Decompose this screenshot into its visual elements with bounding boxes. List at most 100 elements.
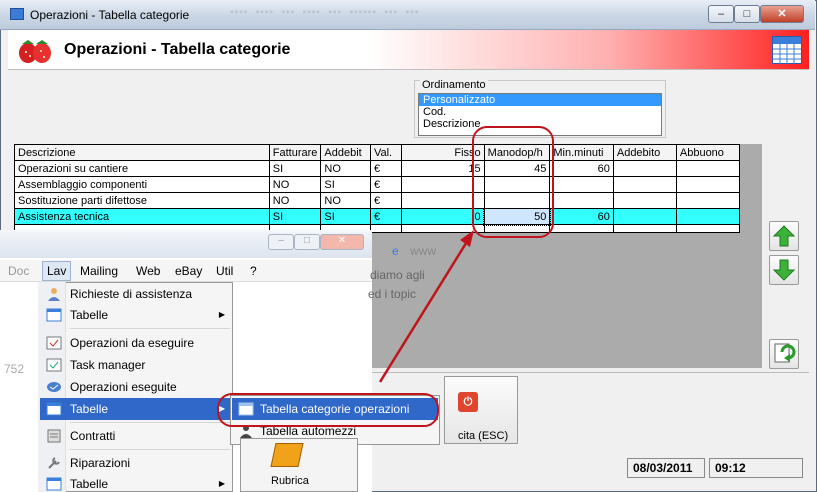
- menu-separator: [70, 328, 230, 329]
- col-header[interactable]: Min.minuti: [549, 144, 614, 161]
- menu-item-label: Tabelle: [70, 308, 109, 322]
- cell-addebito[interactable]: [612, 208, 677, 225]
- menu-item-richieste-assistenza[interactable]: Richieste di assistenza: [40, 283, 231, 305]
- cell-min-minuti[interactable]: 60: [549, 208, 614, 225]
- refresh-button[interactable]: [769, 339, 799, 369]
- col-header[interactable]: Manodop/h: [483, 144, 551, 161]
- cell-abbuono[interactable]: [675, 160, 741, 177]
- power-icon: ⏻: [458, 392, 478, 412]
- cell-manodop[interactable]: 45: [483, 160, 551, 177]
- cell-addebit[interactable]: SI: [320, 176, 371, 193]
- cell-fisso[interactable]: [401, 176, 485, 193]
- menu-item-task-manager[interactable]: Task manager: [40, 354, 231, 376]
- col-header[interactable]: Addebit: [320, 144, 371, 161]
- cell-addebito[interactable]: [612, 176, 677, 193]
- cell-val[interactable]: €: [369, 160, 403, 177]
- behind-text: diamo agli: [370, 268, 425, 282]
- cell-descrizione[interactable]: Operazioni su cantiere: [14, 160, 270, 177]
- table-icon: [238, 402, 254, 416]
- menu-item-tabelle[interactable]: Tabelle ▶: [40, 304, 231, 326]
- sorting-legend: Ordinamento: [420, 79, 488, 91]
- menu-ebay[interactable]: eBay: [175, 264, 202, 278]
- table-row[interactable]: Sostituzione parti difettose NO NO €: [14, 192, 741, 209]
- submenu-arrow-icon: ▶: [218, 310, 225, 319]
- minimize-button[interactable]: –: [708, 5, 734, 23]
- cell-manodop[interactable]: [483, 192, 551, 209]
- menu-item-contratti[interactable]: Contratti: [40, 425, 231, 447]
- cell-abbuono[interactable]: [675, 176, 741, 193]
- cell-val[interactable]: €: [369, 176, 403, 193]
- menu-lav[interactable]: Lav: [42, 261, 72, 281]
- menu-item-label: Tabelle: [70, 477, 109, 491]
- rubrica-button[interactable]: Rubrica: [240, 438, 358, 492]
- menu-item-label: Operazioni da eseguire: [70, 336, 195, 350]
- categories-grid[interactable]: Descrizione Fatturare Addebit Val. Fisso…: [14, 144, 741, 233]
- window-title: Operazioni - Tabella categorie: [30, 8, 190, 22]
- cell-manodop[interactable]: [483, 176, 551, 193]
- sorting-listbox[interactable]: Personalizzato Cod. Descrizione: [418, 93, 662, 136]
- submenu-arrow-icon: ▶: [218, 479, 225, 488]
- menu-web[interactable]: Web: [136, 264, 160, 278]
- cell-descrizione[interactable]: Assistenza tecnica: [14, 208, 270, 225]
- move-up-button[interactable]: [769, 221, 799, 251]
- cell-addebito[interactable]: [612, 160, 677, 177]
- app-icon: [10, 8, 24, 20]
- cell-descrizione[interactable]: Sostituzione parti difettose: [14, 192, 270, 209]
- close-button[interactable]: ✕: [760, 5, 804, 23]
- overlay-maximize-button[interactable]: □: [294, 234, 320, 250]
- cell-min-minuti[interactable]: [549, 192, 614, 209]
- col-header[interactable]: Fisso: [401, 144, 485, 161]
- cell-fisso[interactable]: [401, 192, 485, 209]
- menu-item-tabelle-2[interactable]: Tabelle ▶: [40, 473, 231, 492]
- task-icon: [46, 358, 62, 372]
- table-row[interactable]: Operazioni su cantiere SI NO € 15 45 60: [14, 160, 741, 177]
- cell-fatturare[interactable]: SI: [268, 160, 322, 177]
- table-row[interactable]: Assemblaggio componenti NO SI €: [14, 176, 741, 193]
- cell-abbuono[interactable]: [675, 192, 741, 209]
- overlay-close-button[interactable]: ✕: [320, 234, 364, 250]
- table-icon: [46, 308, 62, 322]
- cell-addebito[interactable]: [612, 192, 677, 209]
- col-header[interactable]: Fatturare: [268, 144, 322, 161]
- menu-mailing[interactable]: Mailing: [80, 264, 118, 278]
- col-header[interactable]: Val.: [369, 144, 403, 161]
- cell-fatturare[interactable]: NO: [268, 192, 322, 209]
- cell-val[interactable]: €: [369, 208, 403, 225]
- menu-item-riparazioni[interactable]: Riparazioni: [40, 452, 231, 474]
- sorting-option[interactable]: Personalizzato: [419, 94, 661, 106]
- cell-addebit[interactable]: NO: [320, 160, 371, 177]
- cell-fatturare[interactable]: NO: [268, 176, 322, 193]
- cell-val[interactable]: €: [369, 192, 403, 209]
- cell-manodop-editing[interactable]: 50: [483, 207, 551, 226]
- col-header[interactable]: Descrizione: [14, 144, 270, 161]
- col-header[interactable]: Abbuono: [675, 144, 741, 161]
- calendar-icon: [46, 336, 62, 350]
- menu-doc[interactable]: Doc: [8, 264, 29, 278]
- sorting-option[interactable]: Descrizione: [419, 118, 661, 130]
- overlay-minimize-button[interactable]: –: [268, 234, 294, 250]
- cell-min-minuti[interactable]: [549, 176, 614, 193]
- status-date: 08/03/2011: [627, 458, 705, 478]
- cell-fatturare[interactable]: SI: [268, 208, 322, 225]
- move-down-button[interactable]: [769, 255, 799, 285]
- menu-util[interactable]: Util: [216, 264, 233, 278]
- submenu-item-tabella-categorie[interactable]: Tabella categorie operazioni: [232, 398, 438, 420]
- cell-addebit[interactable]: NO: [320, 192, 371, 209]
- cell-descrizione[interactable]: Assemblaggio componenti: [14, 176, 270, 193]
- sorting-option[interactable]: Cod.: [419, 106, 661, 118]
- menu-item-tabelle-active[interactable]: Tabelle ▶: [40, 398, 231, 420]
- cell-fisso[interactable]: 0: [401, 208, 485, 225]
- col-header[interactable]: Addebito: [612, 144, 677, 161]
- cell-abbuono[interactable]: [675, 208, 741, 225]
- menu-item-operazioni-eseguire[interactable]: Operazioni da eseguire: [40, 332, 231, 354]
- calendar-icon[interactable]: [772, 36, 802, 64]
- browser-icon: e: [392, 244, 399, 258]
- address-book-icon: [270, 443, 304, 467]
- maximize-button[interactable]: □: [734, 5, 760, 23]
- cell-fisso[interactable]: 15: [401, 160, 485, 177]
- cell-addebit[interactable]: SI: [320, 208, 371, 225]
- menu-help[interactable]: ?: [250, 264, 257, 278]
- menu-item-operazioni-eseguite[interactable]: Operazioni eseguite: [40, 376, 231, 398]
- cell-min-minuti[interactable]: 60: [549, 160, 614, 177]
- table-row-selected[interactable]: Assistenza tecnica SI SI € 0 50 60: [14, 207, 741, 226]
